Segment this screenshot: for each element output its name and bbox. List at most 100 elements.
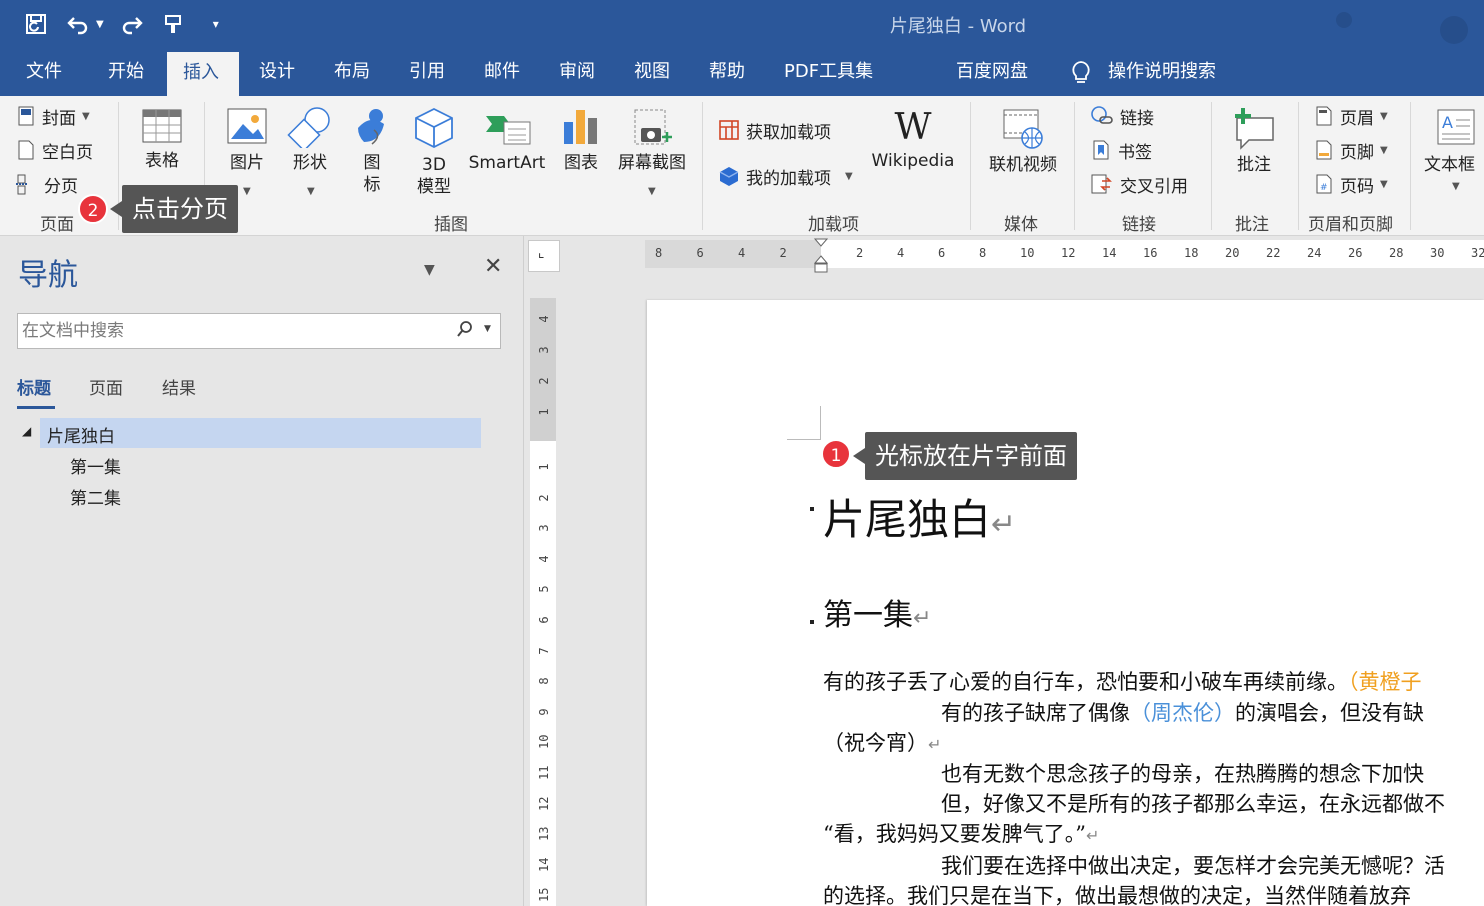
ruler-number: 10 xyxy=(1020,246,1035,260)
blank-page-label: 空白页 xyxy=(42,142,93,163)
bookmark-button[interactable]: 书签 xyxy=(1090,136,1152,164)
ruler-number: 18 xyxy=(1184,246,1199,260)
body-line[interactable]: 也有无数个思念孩子的母亲，在热腾腾的想念下加快 xyxy=(941,758,1424,788)
body-line[interactable]: 有的孩子缺席了偶像（周杰伦）的演唱会，但没有缺 xyxy=(941,697,1424,727)
collapse-triangle-icon[interactable]: ◢ xyxy=(22,424,31,438)
chevron-down-icon[interactable]: ▼ xyxy=(424,262,435,278)
footer-button[interactable]: 页脚 ▼ xyxy=(1314,136,1388,164)
page-number-label: 页码 xyxy=(1340,176,1374,197)
new-comment-button[interactable]: 批注 xyxy=(1226,106,1282,176)
smartart-button[interactable]: SmartArt xyxy=(466,106,548,174)
ruler-number: 24 xyxy=(1307,246,1322,260)
step-badge-1: 1 xyxy=(821,439,851,469)
body-line[interactable]: 的选择。我们只是在当下，做出最想做的决定，当然伴随着放弃 xyxy=(823,880,1411,906)
body-line[interactable]: 我们要在选择中做出决定，要怎样才会完美无憾呢？活 xyxy=(941,850,1445,880)
ruler-number: 26 xyxy=(1348,246,1363,260)
table-icon xyxy=(142,109,182,143)
3d-models-label-bottom: 模型 xyxy=(417,177,451,197)
tab-headings[interactable]: 标题 xyxy=(17,374,51,399)
tab-pages[interactable]: 页面 xyxy=(89,374,123,399)
tab-layout[interactable]: 布局 xyxy=(328,50,376,96)
blank-page-button[interactable]: 空白页 xyxy=(16,136,93,164)
tab-design[interactable]: 设计 xyxy=(253,50,301,96)
wikipedia-button[interactable]: W Wikipedia xyxy=(866,108,960,172)
ruler-number: 6 xyxy=(696,246,704,260)
tab-mailings[interactable]: 邮件 xyxy=(478,50,526,96)
search-icon[interactable] xyxy=(456,320,474,343)
search-input[interactable] xyxy=(18,314,438,348)
text-box-button[interactable]: A 文本框 ▼ xyxy=(1424,106,1484,198)
tree-item-heading2[interactable]: 第一集 xyxy=(70,453,121,478)
page-number-button[interactable]: # 页码 ▼ xyxy=(1314,170,1388,198)
ruler-number: 2 xyxy=(856,246,864,260)
body-line[interactable]: “看，我妈妈又要发脾气了。”↵ xyxy=(823,818,1099,848)
header-button[interactable]: 页眉 ▼ xyxy=(1314,102,1388,130)
link-button[interactable]: 链接 xyxy=(1090,102,1154,130)
group-label-comments: 批注 xyxy=(1235,215,1269,235)
3d-models-button[interactable]: 3D 模型 xyxy=(408,106,460,198)
table-label: 表格 xyxy=(145,151,179,171)
ruler-number: 4 xyxy=(537,555,551,563)
get-addins-label: 获取加载项 xyxy=(746,122,831,143)
close-icon[interactable]: ✕ xyxy=(484,254,502,279)
tab-results[interactable]: 结果 xyxy=(162,374,196,399)
ruler-number: 7 xyxy=(537,646,551,655)
text-box-icon: A xyxy=(1437,109,1475,145)
icons-button[interactable]: 图 标 xyxy=(348,106,396,196)
tab-baidu-netdisk[interactable]: 百度网盘 xyxy=(950,50,1034,96)
tab-view[interactable]: 视图 xyxy=(628,50,676,96)
tab-file[interactable]: 文件 xyxy=(20,50,68,96)
blank-page-icon xyxy=(18,140,34,160)
group-separator xyxy=(1211,102,1212,230)
body-line[interactable]: 但，好像又不是所有的孩子都那么幸运，在永远都做不 xyxy=(941,788,1445,818)
cross-reference-button[interactable]: 交叉引用 xyxy=(1090,170,1188,198)
tree-item-heading1[interactable]: 片尾独白 xyxy=(47,422,115,447)
tab-insert[interactable]: 插入 xyxy=(167,52,239,96)
indent-marker-icon[interactable] xyxy=(813,238,829,274)
cover-page-button[interactable]: 封面 ▼ xyxy=(16,102,90,130)
document-heading1[interactable]: 片尾独白↵ xyxy=(823,486,1016,547)
tree-item-heading2[interactable]: 第二集 xyxy=(70,484,121,509)
shapes-button[interactable]: 形状 xyxy=(284,106,336,174)
cross-reference-label: 交叉引用 xyxy=(1120,176,1188,197)
online-video-icon xyxy=(1003,109,1043,149)
screenshot-button[interactable]: 屏幕截图 xyxy=(612,106,692,174)
link-label: 链接 xyxy=(1120,108,1154,129)
table-button[interactable]: 表格 xyxy=(138,106,186,172)
chart-button[interactable]: 图表 xyxy=(558,106,604,174)
tab-help[interactable]: 帮助 xyxy=(703,50,751,96)
tab-pdf-tools[interactable]: PDF工具集 xyxy=(778,50,879,96)
tab-stop-icon: ⌞ xyxy=(538,245,545,261)
body-text-highlight: （周杰伦） xyxy=(1130,701,1235,725)
chevron-down-icon[interactable]: ▼ xyxy=(484,324,491,334)
my-addins-button[interactable]: 我的加载项 ▼ xyxy=(718,162,853,190)
footer-icon xyxy=(1316,140,1332,160)
document-page[interactable]: 片尾独白↵ 第一集↵ 有的孩子丢了心爱的自行车，恐怕要和小破车再续前缘。（黄橙子… xyxy=(647,300,1484,906)
my-addins-label: 我的加载项 xyxy=(746,168,831,189)
online-video-button[interactable]: 联机视频 xyxy=(984,106,1062,176)
smartart-icon xyxy=(486,116,531,145)
callout-step-1: 光标放在片字前面 xyxy=(853,432,1077,480)
footer-label: 页脚 xyxy=(1340,142,1374,163)
body-line[interactable]: （祝今宵）↵ xyxy=(823,727,941,757)
tab-review[interactable]: 审阅 xyxy=(553,50,601,96)
get-addins-button[interactable]: 获取加载项 xyxy=(718,116,831,144)
body-line[interactable]: 有的孩子丢了心爱的自行车，恐怕要和小破车再续前缘。（黄橙子 xyxy=(823,666,1422,696)
document-heading2[interactable]: 第一集↵ xyxy=(823,590,931,634)
tab-references[interactable]: 引用 xyxy=(403,50,451,96)
store-icon xyxy=(719,120,739,140)
ruler-number: 1 xyxy=(537,408,551,416)
tell-me-search[interactable]: 操作说明搜索 xyxy=(1102,50,1222,96)
tab-selector[interactable]: ⌞ xyxy=(528,240,560,272)
ruler-number: 3 xyxy=(537,524,551,532)
pictures-label: 图片 xyxy=(230,153,264,173)
body-text-highlight: （黄橙子 xyxy=(1348,670,1422,694)
ruler-number: 4 xyxy=(897,246,905,260)
wikipedia-label: Wikipedia xyxy=(871,151,955,171)
page-break-button[interactable]: 分页 xyxy=(16,170,78,198)
new-comment-label: 批注 xyxy=(1237,155,1271,175)
ruler-number: 6 xyxy=(938,246,946,260)
group-label-pages: 页面 xyxy=(40,215,74,235)
tab-home[interactable]: 开始 xyxy=(102,50,150,96)
pictures-button[interactable]: 图片 xyxy=(222,106,272,174)
